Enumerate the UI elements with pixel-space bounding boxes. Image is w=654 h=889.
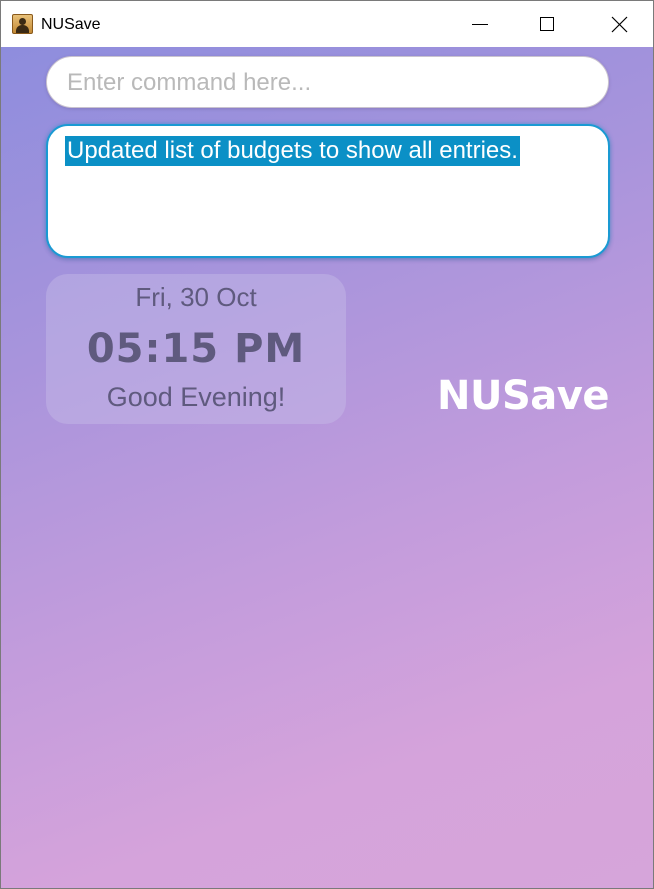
main-content: Updated list of budgets to show all entr… — [1, 47, 653, 888]
app-window: NUSave Updated list of budgets to show a… — [0, 0, 654, 889]
minimize-button[interactable] — [447, 1, 513, 47]
close-button[interactable] — [586, 1, 652, 47]
contact-book-icon — [12, 14, 33, 34]
command-box[interactable] — [46, 56, 609, 109]
minimize-icon — [472, 23, 488, 25]
clock-date: Fri, 30 Oct — [135, 282, 257, 312]
clock-time: 05:15 PM — [86, 326, 306, 372]
clock-greeting: Good Evening! — [106, 382, 286, 412]
maximize-icon — [540, 17, 554, 31]
result-display[interactable]: Updated list of budgets to show all entr… — [46, 124, 610, 258]
close-icon — [611, 16, 627, 32]
maximize-button[interactable] — [514, 1, 580, 47]
clock-card: Fri, 30 Oct 05:15 PM Good Evening! — [46, 274, 346, 424]
command-input[interactable] — [65, 57, 589, 109]
result-message: Updated list of budgets to show all entr… — [65, 136, 520, 166]
brand-name: NUSave — [437, 373, 609, 419]
title-bar[interactable]: NUSave — [1, 1, 653, 47]
window-title: NUSave — [41, 16, 101, 33]
